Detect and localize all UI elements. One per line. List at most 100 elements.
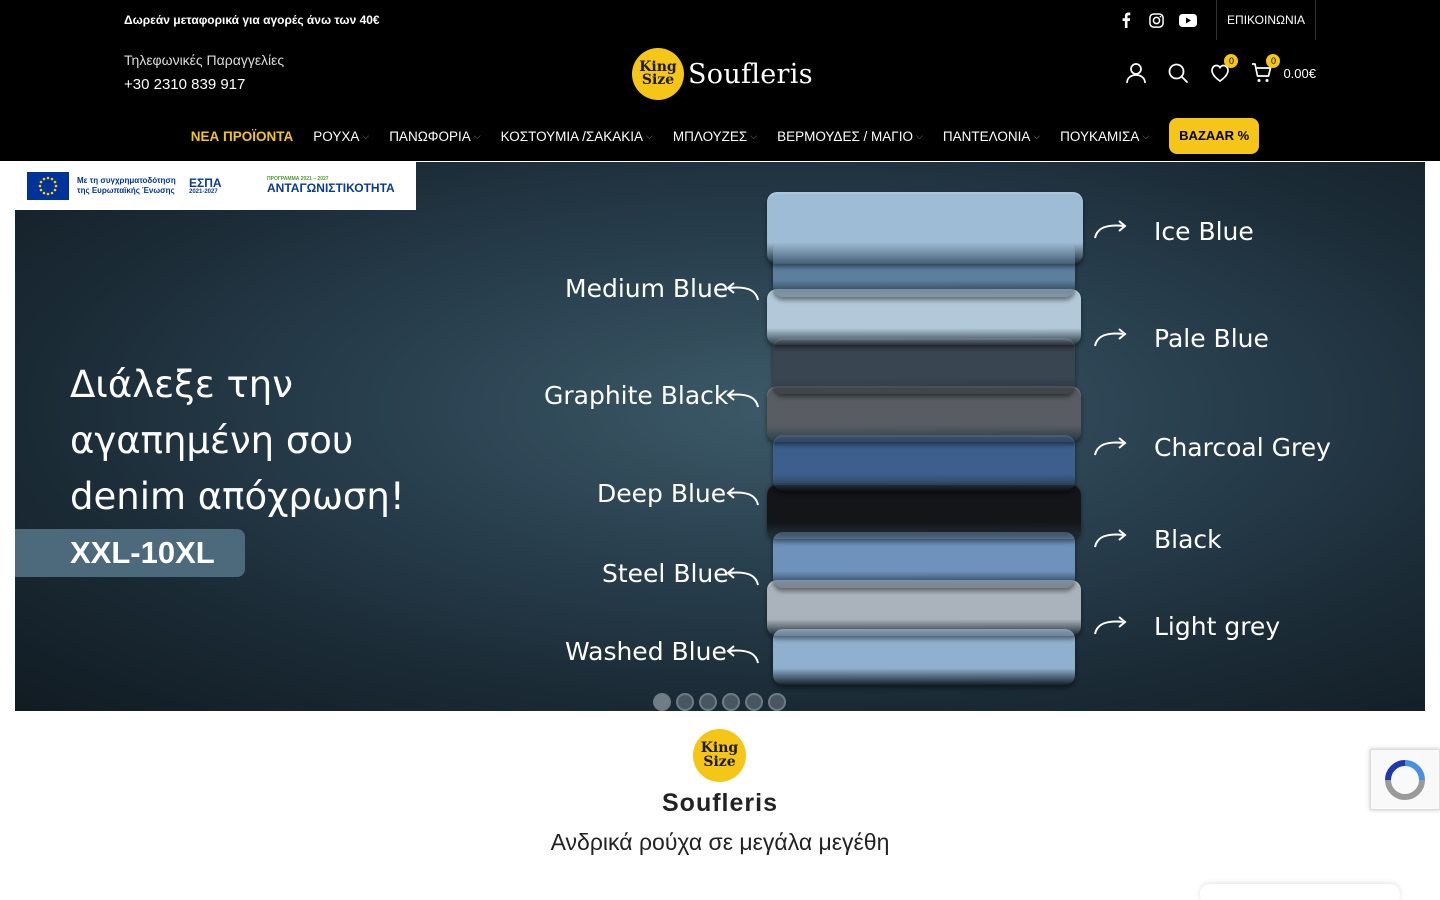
nav-suits-jackets[interactable]: ΚΟΣΤΟΥΜΙΑ /ΣΑΚΑΚΙΑ ⌵ bbox=[491, 129, 663, 144]
header-main: Τηλεφωνικές Παραγγελίες +30 2310 839 917… bbox=[124, 40, 1316, 112]
nav-new-products[interactable]: ΝΕΑ ΠΡΟΪΟΝΤΑ bbox=[181, 129, 304, 144]
eu-flag-icon bbox=[27, 172, 69, 200]
color-label-deep-blue: Deep Blue bbox=[597, 479, 727, 508]
eu-cofunding-text: Με τη συγχρηματοδότηση της Ευρωπαϊκής Έν… bbox=[77, 176, 176, 195]
nav-label: ΜΠΛΟΥΖΕΣ bbox=[672, 128, 748, 144]
arrow-left-icon bbox=[726, 567, 759, 586]
slider-dot[interactable] bbox=[722, 693, 740, 711]
hero-slider[interactable]: Με τη συγχρηματοδότηση της Ευρωπαϊκής Έν… bbox=[15, 162, 1425, 711]
recaptcha-icon bbox=[1385, 759, 1425, 800]
jean-layer bbox=[767, 386, 1081, 442]
size-range-tag: XXL-10XL bbox=[15, 529, 245, 577]
slider-pagination bbox=[653, 693, 786, 711]
color-label-pale-blue: Pale Blue bbox=[1154, 324, 1269, 353]
nav-label: ΚΟΣΤΟΥΜΙΑ /ΣΑΚΑΚΙΑ bbox=[500, 128, 644, 144]
social-links bbox=[1118, 12, 1198, 28]
floating-card bbox=[1200, 884, 1400, 900]
nav-label: ΝΕΑ ΠΡΟΪΟΝΤΑ bbox=[190, 128, 294, 144]
wishlist-count: 0 bbox=[1224, 54, 1239, 68]
jean-layer bbox=[767, 192, 1083, 264]
wishlist-icon[interactable]: 0 bbox=[1209, 54, 1239, 84]
slider-dot[interactable] bbox=[653, 693, 671, 711]
arrow-left-icon bbox=[726, 487, 759, 506]
jeans-stack bbox=[767, 192, 1089, 685]
phone-number[interactable]: +30 2310 839 917 bbox=[124, 76, 284, 93]
nav-label: ΒΕΡΜΟΥΔΕΣ / ΜΑΓΙΟ bbox=[777, 128, 913, 144]
jean-layer bbox=[773, 434, 1075, 491]
free-shipping-notice: Δωρεάν μεταφορικά για αγορές άνω των 40€ bbox=[124, 13, 380, 27]
jean-layer bbox=[773, 337, 1075, 394]
color-label-charcoal-grey: Charcoal Grey bbox=[1154, 433, 1331, 462]
cart-count: 0 bbox=[1266, 54, 1281, 68]
espa-banner[interactable]: Με τη συγχρηματοδότηση της Ευρωπαϊκής Έν… bbox=[15, 162, 416, 210]
jean-layer bbox=[767, 483, 1081, 539]
bazaar-button[interactable]: BAZAAR % bbox=[1169, 118, 1260, 154]
color-label-steel-blue: Steel Blue bbox=[602, 559, 729, 588]
brand-tagline: Ανδρικά ρούχα σε μεγάλα μεγέθη bbox=[550, 829, 890, 855]
headline-line: αγαπημένη σου bbox=[70, 419, 354, 462]
phone-label: Τηλεφωνικές Παραγγελίες bbox=[124, 52, 285, 68]
chevron-down-icon: ⌵ bbox=[1033, 130, 1041, 141]
color-label-washed-blue: Washed Blue bbox=[565, 637, 727, 666]
color-label-light-grey: Light grey bbox=[1154, 612, 1281, 641]
main-navigation: ΝΕΑ ΠΡΟΪΟΝΤΑ ΡΟΥΧΑ ⌵ ΠΑΝΩΦΟΡΙΑ ⌵ ΚΟΣΤΟΥΜΙΑ… bbox=[0, 116, 1440, 156]
espa-logo: ΕΣΠΑ 2021-2027 bbox=[189, 177, 259, 195]
nav-shirts-tees[interactable]: ΜΠΛΟΥΖΕΣ ⌵ bbox=[663, 129, 767, 144]
color-label-black: Black bbox=[1154, 525, 1222, 554]
top-bar: Δωρεάν μεταφορικά για αγορές άνω των 40€… bbox=[124, 0, 1316, 40]
account-icon[interactable] bbox=[1125, 62, 1147, 84]
arrow-right-icon bbox=[1094, 328, 1127, 347]
headline-line: denim απόχρωση! bbox=[70, 475, 405, 518]
arrow-left-icon bbox=[726, 389, 759, 408]
nav-label: ΠΑΝΩΦΟΡΙΑ bbox=[389, 128, 471, 144]
cart-icon[interactable]: 0 bbox=[1251, 54, 1281, 84]
arrow-right-icon bbox=[1094, 437, 1127, 456]
slider-dot[interactable] bbox=[699, 693, 717, 711]
nav-label: ΠΟΥΚΑΜΙΣΑ bbox=[1060, 128, 1140, 144]
color-label-ice-blue: Ice Blue bbox=[1154, 217, 1254, 246]
brand-badge-logo: King Size bbox=[693, 729, 746, 782]
chevron-down-icon: ⌵ bbox=[473, 130, 481, 141]
nav-trousers[interactable]: ΠΑΝΤΕΛΟΝΙΑ ⌵ bbox=[933, 129, 1050, 144]
chevron-down-icon: ⌵ bbox=[646, 130, 653, 141]
slider-dot[interactable] bbox=[745, 693, 763, 711]
nav-shorts-swim[interactable]: ΒΕΡΜΟΥΔΕΣ / ΜΑΓΙΟ ⌵ bbox=[767, 129, 933, 144]
jean-layer bbox=[767, 580, 1081, 636]
slider-dot[interactable] bbox=[676, 693, 694, 711]
phone-orders: Τηλεφωνικές Παραγγελίες +30 2310 839 917 bbox=[124, 52, 284, 93]
jean-layer bbox=[767, 289, 1081, 345]
logo-text: Soufleris bbox=[688, 58, 813, 90]
chevron-down-icon: ⌵ bbox=[750, 130, 758, 141]
color-label-medium-blue: Medium Blue bbox=[565, 274, 729, 303]
site-logo[interactable]: King Size Soufleris bbox=[632, 48, 813, 100]
nav-outerwear[interactable]: ΠΑΝΩΦΟΡΙΑ ⌵ bbox=[379, 129, 490, 144]
nav-label: ΠΑΝΤΕΛΟΝΙΑ bbox=[942, 128, 1031, 144]
youtube-icon[interactable] bbox=[1178, 12, 1198, 28]
jean-layer bbox=[773, 628, 1075, 685]
arrow-right-icon bbox=[1094, 616, 1127, 635]
arrow-left-icon bbox=[726, 282, 759, 301]
chevron-down-icon: ⌵ bbox=[1142, 130, 1150, 141]
header-actions: 0 0 0.00€ bbox=[1125, 54, 1316, 84]
brand-name: Soufleris bbox=[662, 789, 778, 817]
chevron-down-icon: ⌵ bbox=[362, 130, 370, 141]
logo-badge: King Size bbox=[632, 48, 684, 100]
contact-link[interactable]: ΕΠΙΚΟΙΝΩΝΙΑ bbox=[1216, 0, 1316, 40]
headline-line: Διάλεξε την bbox=[70, 363, 293, 406]
logo-badge-bottom: Size bbox=[641, 72, 675, 88]
arrow-left-icon bbox=[726, 645, 759, 664]
nav-clothes[interactable]: ΡΟΥΧΑ ⌵ bbox=[303, 129, 379, 144]
cart-total[interactable]: 0.00€ bbox=[1283, 66, 1316, 81]
nav-shirts[interactable]: ΠΟΥΚΑΜΙΣΑ ⌵ bbox=[1050, 129, 1159, 144]
chevron-down-icon: ⌵ bbox=[916, 130, 923, 141]
search-icon[interactable] bbox=[1167, 62, 1189, 84]
arrow-right-icon bbox=[1094, 529, 1127, 548]
nav-label: ΡΟΥΧΑ bbox=[313, 128, 360, 144]
brand-section: King Size Soufleris Ανδρικά ρούχα σε μεγ… bbox=[0, 711, 1440, 900]
facebook-icon[interactable] bbox=[1118, 12, 1134, 28]
color-label-graphite-black: Graphite Black bbox=[544, 381, 729, 410]
recaptcha-badge[interactable] bbox=[1370, 749, 1440, 810]
espa-years: 2021-2027 bbox=[189, 189, 218, 195]
slider-dot[interactable] bbox=[768, 693, 786, 711]
instagram-icon[interactable] bbox=[1148, 12, 1164, 28]
